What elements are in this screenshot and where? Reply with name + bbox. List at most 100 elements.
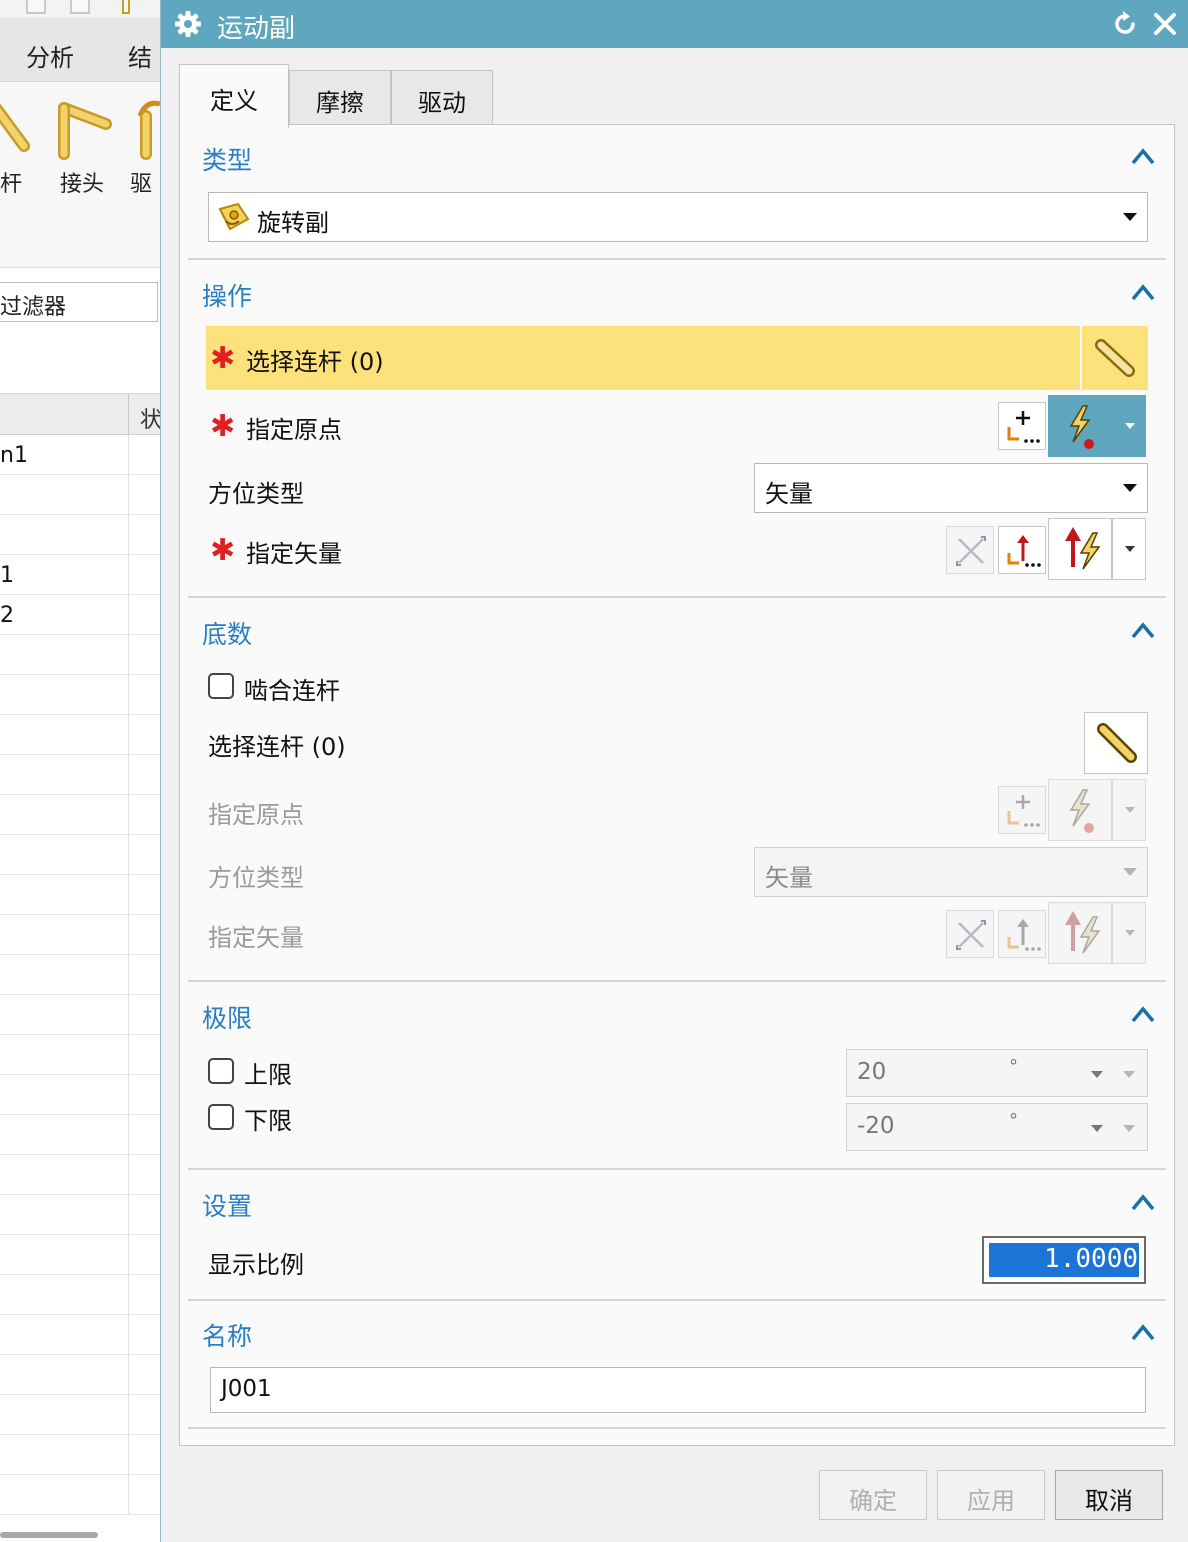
- table-row[interactable]: 2: [0, 595, 160, 635]
- orientation-type-dropdown[interactable]: 矢量: [754, 463, 1148, 513]
- section-title-type[interactable]: 类型: [202, 141, 252, 177]
- tab-driver[interactable]: 驱动: [391, 70, 493, 126]
- base-vector-dialog-button[interactable]: [998, 910, 1046, 958]
- reset-icon[interactable]: [1109, 8, 1141, 40]
- menu-tab-analysis[interactable]: 分析: [26, 38, 74, 73]
- table-row[interactable]: n1: [0, 435, 160, 475]
- section-title-limits[interactable]: 极限: [202, 999, 252, 1035]
- chevron-down-icon[interactable]: [1091, 1071, 1103, 1078]
- table-row: [0, 835, 160, 875]
- inferred-vector-button[interactable]: [1048, 518, 1112, 580]
- upper-limit-checkbox[interactable]: [208, 1058, 234, 1084]
- collapse-caret-icon[interactable]: [1128, 619, 1158, 643]
- chevron-down-icon[interactable]: [1123, 1125, 1135, 1132]
- base-point-dialog-button[interactable]: [998, 786, 1046, 834]
- base-point-method-menu[interactable]: [1112, 779, 1146, 841]
- tab-definition[interactable]: 定义: [179, 64, 289, 128]
- base-inferred-vector-button[interactable]: [1048, 902, 1112, 964]
- vector-dialog-button[interactable]: [998, 526, 1046, 574]
- quick-access-toolbar: [0, 0, 160, 18]
- orientation-type-value: 矢量: [765, 480, 813, 508]
- gear-icon: [175, 11, 201, 37]
- section-title-name[interactable]: 名称: [202, 1317, 252, 1353]
- select-link-row[interactable]: ✱ 选择连杆 (0): [206, 326, 1080, 390]
- dialog-titlebar[interactable]: 运动副: [161, 0, 1188, 48]
- link-icon: [1095, 339, 1135, 377]
- select-link-button[interactable]: [1082, 326, 1148, 390]
- table-row[interactable]: [0, 475, 160, 515]
- joint-type-dropdown[interactable]: 旋转副: [208, 192, 1148, 242]
- horizontal-scrollbar[interactable]: [0, 1532, 98, 1538]
- vector-constructor-icon: [1007, 535, 1041, 567]
- apply-button[interactable]: 应用: [937, 1470, 1045, 1520]
- section-divider: [188, 258, 1166, 260]
- ok-button[interactable]: 确定: [819, 1470, 927, 1520]
- lower-limit-value: -20: [857, 1113, 895, 1139]
- table-row: [0, 1275, 160, 1315]
- cancel-button[interactable]: 取消: [1055, 1470, 1163, 1520]
- chevron-down-icon: [1123, 213, 1137, 221]
- paste-icon[interactable]: [70, 0, 90, 14]
- collapse-caret-icon[interactable]: [1128, 281, 1158, 305]
- collapse-caret-icon[interactable]: [1128, 1003, 1158, 1027]
- base-inferred-point-button[interactable]: [1048, 779, 1112, 841]
- display-scale-input[interactable]: 1.0000: [982, 1236, 1146, 1284]
- table-row[interactable]: 1: [0, 555, 160, 595]
- point-dialog-button[interactable]: [998, 402, 1046, 450]
- joint-name-input[interactable]: J001: [210, 1367, 1146, 1413]
- grid-header-status[interactable]: 状: [140, 402, 160, 434]
- point-method-menu[interactable]: [1112, 395, 1146, 457]
- table-row: [0, 635, 160, 675]
- base-orientation-type-dropdown[interactable]: 矢量: [754, 847, 1148, 897]
- close-icon[interactable]: [1149, 8, 1181, 40]
- section-title-settings[interactable]: 设置: [202, 1187, 252, 1223]
- base-select-link-button[interactable]: [1084, 712, 1148, 774]
- chevron-down-icon[interactable]: [1091, 1125, 1103, 1132]
- degree-unit: °: [1009, 1056, 1018, 1077]
- lower-limit-input[interactable]: -20 °: [846, 1103, 1148, 1151]
- table-row: [0, 795, 160, 835]
- copy-icon[interactable]: [26, 0, 46, 14]
- base-orientation-type-value: 矢量: [765, 864, 813, 892]
- reverse-direction-button[interactable]: [946, 526, 994, 574]
- lower-limit-checkbox[interactable]: [208, 1104, 234, 1130]
- menu-tab-structure[interactable]: 结: [128, 38, 152, 73]
- driver-tool-icon[interactable]: [132, 96, 160, 162]
- section-title-action[interactable]: 操作: [202, 277, 252, 313]
- ribbon: 杆 接头 驱: [0, 82, 160, 268]
- base-specify-origin-label: 指定原点: [208, 801, 304, 829]
- joint-tool-icon[interactable]: [52, 96, 114, 162]
- upper-limit-input[interactable]: 20 °: [846, 1049, 1148, 1097]
- orientation-type-label: 方位类型: [208, 480, 304, 508]
- inferred-point-button[interactable]: [1048, 395, 1112, 457]
- filter-input[interactable]: 过滤器: [0, 282, 158, 322]
- ribbon-label-joint[interactable]: 接头: [60, 166, 104, 198]
- snap-link-checkbox[interactable]: [208, 673, 234, 699]
- required-marker: ✱: [210, 409, 236, 444]
- section-title-base[interactable]: 底数: [202, 615, 252, 651]
- base-reverse-direction-button[interactable]: [946, 910, 994, 958]
- base-vector-method-menu[interactable]: [1112, 902, 1146, 964]
- section-divider: [188, 1168, 1166, 1170]
- table-row: [0, 1035, 160, 1075]
- collapse-caret-icon[interactable]: [1128, 145, 1158, 169]
- tab-friction[interactable]: 摩擦: [289, 70, 391, 126]
- snap-link-label: 啮合连杆: [244, 677, 340, 705]
- table-row: [0, 1435, 160, 1475]
- vector-method-menu[interactable]: [1112, 518, 1146, 580]
- menu-bar: 分析 结: [0, 18, 160, 82]
- degree-unit: °: [1009, 1110, 1018, 1131]
- table-row: [0, 1115, 160, 1155]
- chevron-down-icon[interactable]: [1123, 1071, 1135, 1078]
- link-tool-icon[interactable]: [0, 100, 34, 160]
- link-icon: [1097, 723, 1137, 763]
- collapse-caret-icon[interactable]: [1128, 1321, 1158, 1345]
- point-constructor-icon: [1007, 411, 1040, 443]
- table-row: [0, 675, 160, 715]
- toolbar-link-icon[interactable]: [122, 0, 130, 14]
- table-row[interactable]: [0, 515, 160, 555]
- ribbon-label-link[interactable]: 杆: [0, 166, 22, 198]
- collapse-caret-icon[interactable]: [1128, 1191, 1158, 1215]
- ribbon-label-driver[interactable]: 驱: [130, 166, 152, 198]
- lower-limit-label: 下限: [244, 1107, 292, 1135]
